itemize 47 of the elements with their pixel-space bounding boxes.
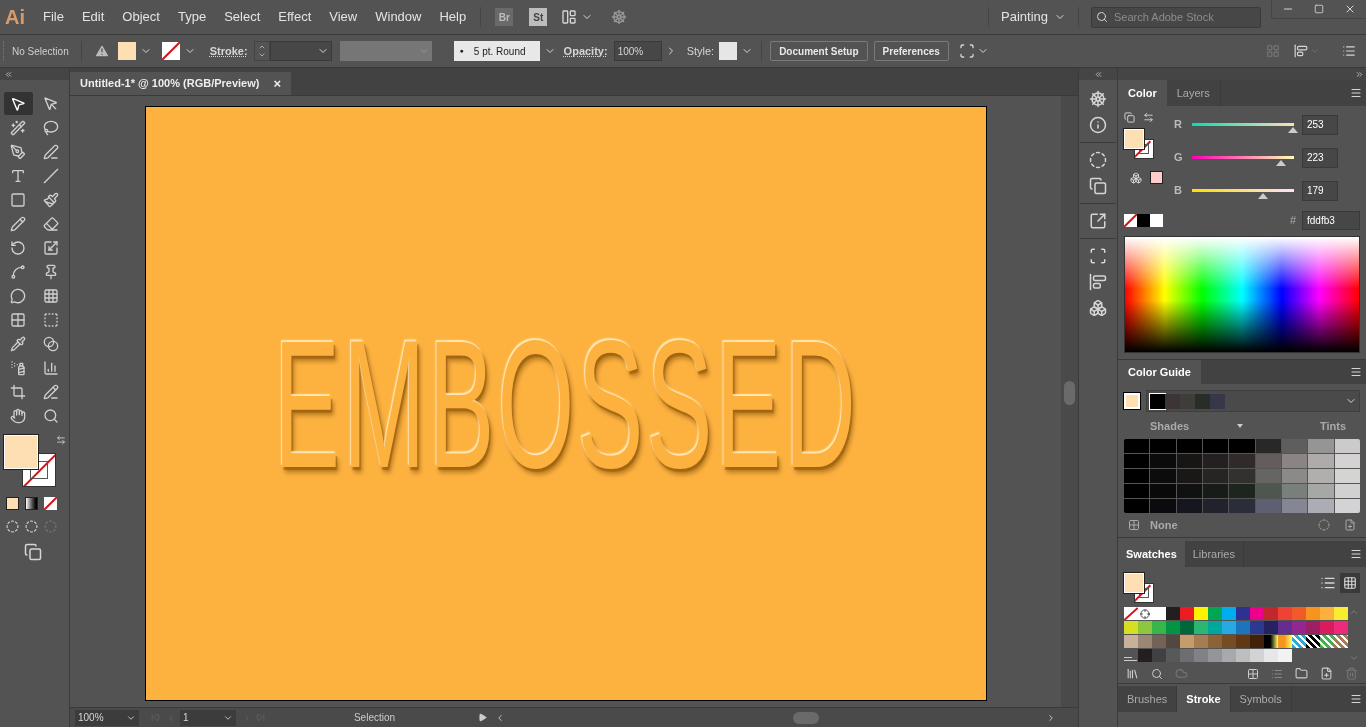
hex-label: # bbox=[1289, 213, 1296, 229]
zoom-value: 100% bbox=[78, 711, 104, 725]
menu-item[interactable]: Effect bbox=[278, 7, 312, 27]
status-field[interactable]: Selection bbox=[277, 709, 472, 726]
channel-value-field[interactable]: 223 bbox=[1302, 147, 1338, 168]
channel-value-field[interactable]: 179 bbox=[1302, 180, 1338, 201]
panel-tab[interactable]: Symbols bbox=[1230, 686, 1292, 712]
menu-item[interactable]: Help bbox=[439, 7, 467, 27]
menu-item[interactable]: Select bbox=[224, 7, 261, 27]
selection-status: No Selection bbox=[12, 44, 69, 59]
document-title: Untitled-1* @ 100% (RGB/Preview) bbox=[80, 76, 260, 92]
menu-item[interactable]: Object bbox=[122, 7, 160, 27]
panel-tab[interactable]: Color bbox=[1118, 80, 1167, 106]
zoom-field[interactable]: 100% bbox=[75, 709, 139, 726]
menu-item[interactable]: Window bbox=[375, 7, 422, 27]
shades-label: Shades bbox=[1150, 419, 1190, 434]
opacity-label: Opacity: bbox=[563, 43, 608, 59]
embossed-headline: EMBOSSED bbox=[273, 312, 859, 495]
panel-tab[interactable]: Layers bbox=[1166, 80, 1221, 106]
menu-item[interactable]: Type bbox=[177, 7, 207, 27]
channel-label: R bbox=[1174, 117, 1183, 133]
channel-value-field[interactable]: 253 bbox=[1302, 114, 1338, 135]
menu-item[interactable]: Edit bbox=[81, 7, 105, 27]
workspace-switcher[interactable]: Painting bbox=[1001, 7, 1048, 27]
stroke-label: Stroke: bbox=[209, 43, 248, 59]
style-label: Style: bbox=[686, 43, 715, 59]
artboard-number: 1 bbox=[183, 711, 189, 725]
channel-label: B bbox=[1174, 183, 1183, 199]
app-logo: Ai bbox=[5, 5, 26, 30]
toolbar-button[interactable]: Preferences bbox=[873, 41, 949, 61]
guide-limit-label: None bbox=[1150, 517, 1178, 533]
document-tab[interactable]: Untitled-1* @ 100% (RGB/Preview) × bbox=[70, 72, 292, 95]
menu-item[interactable]: View bbox=[329, 7, 358, 27]
panel-tab[interactable]: Stroke bbox=[1177, 686, 1231, 712]
channel-label: G bbox=[1174, 150, 1184, 166]
stock-button[interactable]: St bbox=[529, 8, 548, 26]
menu-item[interactable]: File bbox=[43, 7, 64, 27]
close-tab-button[interactable]: × bbox=[273, 73, 282, 94]
search-field[interactable]: Search Adobe Stock bbox=[1091, 6, 1261, 28]
hex-field[interactable]: fddfb3 bbox=[1302, 211, 1360, 230]
tints-label: Tints bbox=[1319, 419, 1346, 434]
artboard-number-field[interactable]: 1 bbox=[180, 709, 236, 726]
opacity-field[interactable]: 100% bbox=[613, 41, 662, 61]
toolbar-button[interactable]: Document Setup bbox=[770, 41, 868, 61]
panel-tab[interactable]: Libraries bbox=[1184, 541, 1244, 567]
panel-tab[interactable]: Color Guide bbox=[1118, 360, 1201, 384]
panel-tab[interactable]: Swatches bbox=[1118, 541, 1185, 567]
